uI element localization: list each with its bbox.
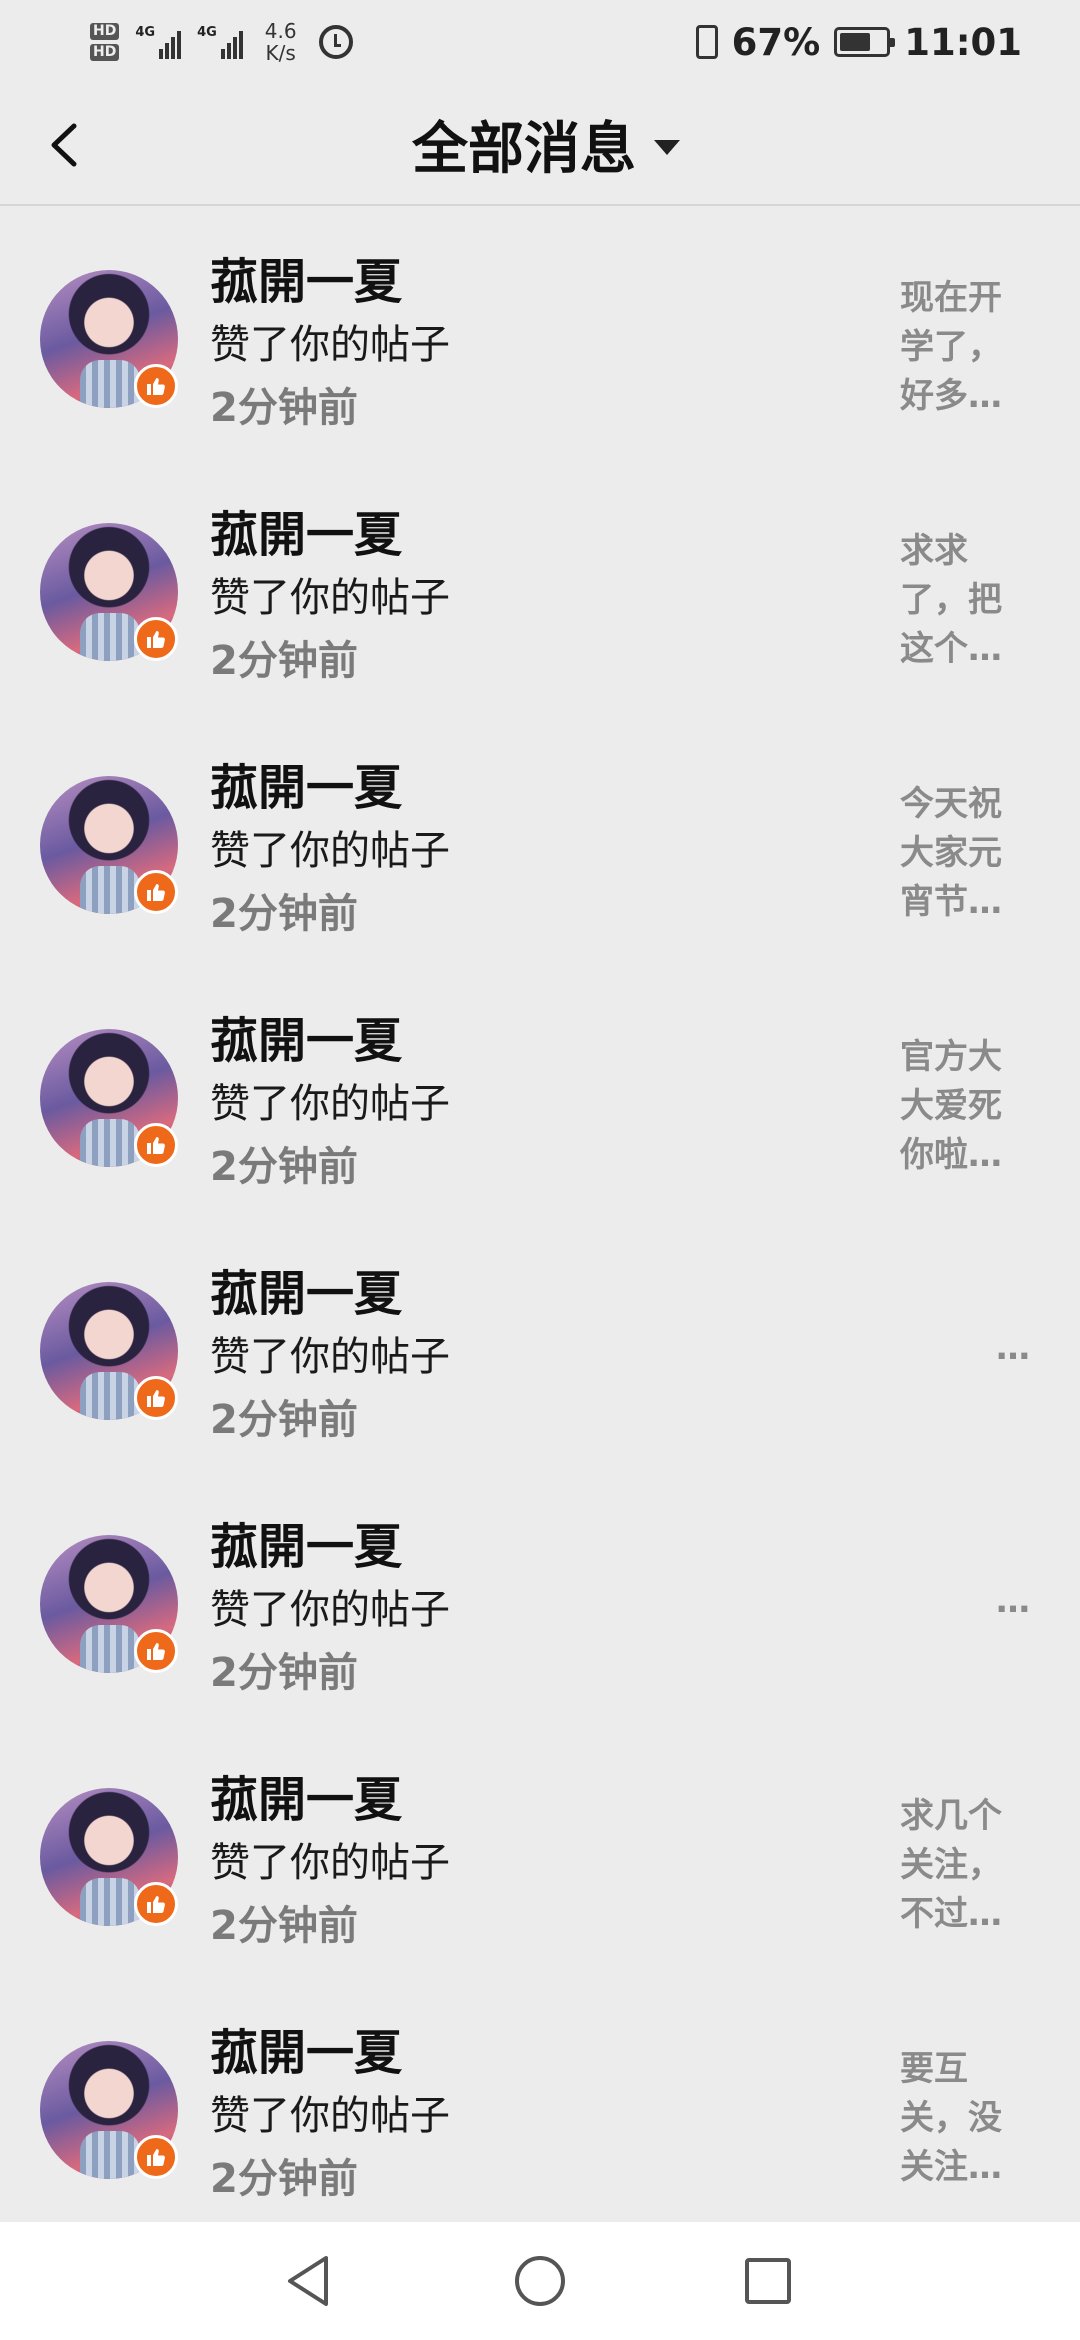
- post-snippet[interactable]: …: [900, 1577, 1030, 1626]
- notification-action: 赞了你的帖子: [210, 1840, 450, 1886]
- notification-item[interactable]: 菰開一夏 赞了你的帖子 2分钟前 …: [0, 1220, 1080, 1473]
- notification-action: 赞了你的帖子: [210, 575, 450, 621]
- net2-label: 4G: [197, 25, 217, 40]
- notification-action: 赞了你的帖子: [210, 1081, 450, 1127]
- thumbs-up-icon: [134, 870, 178, 914]
- notification-action: 赞了你的帖子: [210, 1334, 450, 1380]
- notification-time: 2分钟前: [210, 2156, 358, 2202]
- sender-name[interactable]: 菰開一夏: [210, 1507, 402, 1577]
- notification-action: 赞了你的帖子: [210, 1587, 450, 1633]
- clock: 11:01: [904, 20, 1022, 64]
- notification-item[interactable]: 菰開一夏 赞了你的帖子 2分钟前 求几个关注，不过…: [0, 1726, 1080, 1979]
- notification-item[interactable]: 菰開一夏 赞了你的帖子 2分钟前 要互关，没关注…: [0, 1979, 1080, 2232]
- notification-item[interactable]: 菰開一夏 赞了你的帖子 2分钟前 官方大大爱死你啦…: [0, 967, 1080, 1220]
- sender-name[interactable]: 菰開一夏: [210, 1001, 402, 1071]
- notification-time: 2分钟前: [210, 891, 358, 937]
- notification-item[interactable]: 菰開一夏 赞了你的帖子 2分钟前 …: [0, 1473, 1080, 1726]
- sender-name[interactable]: 菰開一夏: [210, 242, 402, 312]
- notification-item[interactable]: 菰開一夏 赞了你的帖子 2分钟前 现在开学了，好多…: [0, 208, 1080, 461]
- sender-name[interactable]: 菰開一夏: [210, 748, 402, 818]
- caret-down-icon: [654, 139, 680, 155]
- post-snippet[interactable]: 要互关，没关注…: [900, 2045, 1016, 2192]
- hd2-label: HD: [90, 44, 120, 61]
- post-snippet[interactable]: 今天祝大家元宵节…: [900, 780, 1016, 927]
- hd-indicator: HD HD: [90, 23, 120, 61]
- notification-time: 2分钟前: [210, 1397, 358, 1443]
- notification-item[interactable]: 菰開一夏 赞了你的帖子 2分钟前 今天祝大家元宵节…: [0, 714, 1080, 967]
- notification-time: 2分钟前: [210, 385, 358, 431]
- thumbs-up-icon: [134, 2135, 178, 2179]
- network-speed: 4.6 K/s: [265, 20, 297, 64]
- notification-time: 2分钟前: [210, 1144, 358, 1190]
- battery-percent: 67%: [731, 20, 821, 64]
- triangle-back-icon: [288, 2256, 328, 2306]
- sender-name[interactable]: 菰開一夏: [210, 1760, 402, 1830]
- sender-name[interactable]: 菰開一夏: [210, 2013, 402, 2083]
- thumbs-up-icon: [134, 1376, 178, 1420]
- vibrate-icon: [695, 25, 718, 59]
- status-right: 67% 11:01: [695, 20, 1022, 64]
- chevron-left-icon[interactable]: [44, 122, 84, 168]
- nav-home-button[interactable]: [480, 2222, 600, 2340]
- post-snippet[interactable]: 求求了，把这个…: [900, 527, 1016, 674]
- hd1-label: HD: [90, 23, 120, 40]
- notification-time: 2分钟前: [210, 1903, 358, 1949]
- speed-unit: K/s: [265, 41, 296, 65]
- notification-list: 菰開一夏 赞了你的帖子 2分钟前 现在开学了，好多… 菰開一夏 赞了你的帖子 2…: [0, 208, 1080, 2232]
- thumbs-up-icon: [134, 364, 178, 408]
- circle-home-icon: [515, 2256, 565, 2306]
- nav-back-button[interactable]: [248, 2222, 368, 2340]
- notification-action: 赞了你的帖子: [210, 322, 450, 368]
- thumbs-up-icon: [134, 1629, 178, 1673]
- notification-action: 赞了你的帖子: [210, 828, 450, 874]
- thumbs-up-icon: [134, 1123, 178, 1167]
- post-snippet[interactable]: 官方大大爱死你啦…: [900, 1033, 1016, 1180]
- page-title: 全部消息: [412, 116, 636, 182]
- nav-recents-button[interactable]: [708, 2222, 828, 2340]
- notification-time: 2分钟前: [210, 638, 358, 684]
- signal-2-icon: 4G: [197, 25, 243, 59]
- battery-fill: [840, 33, 870, 51]
- notification-time: 2分钟前: [210, 1650, 358, 1696]
- message-filter-dropdown[interactable]: 全部消息: [412, 104, 680, 185]
- top-bar: 全部消息: [0, 84, 1080, 206]
- post-snippet[interactable]: …: [900, 1324, 1030, 1373]
- status-left: HD HD 4G 4G 4.6 K/s: [90, 20, 353, 64]
- signal-1-icon: 4G: [135, 25, 182, 59]
- alarm-icon: [318, 25, 353, 59]
- net1-label: 4G: [135, 25, 156, 40]
- thumbs-up-icon: [134, 617, 178, 661]
- square-recents-icon: [745, 2258, 791, 2304]
- notification-item[interactable]: 菰開一夏 赞了你的帖子 2分钟前 求求了，把这个…: [0, 461, 1080, 714]
- notification-action: 赞了你的帖子: [210, 2093, 450, 2139]
- sender-name[interactable]: 菰開一夏: [210, 1254, 402, 1324]
- sender-name[interactable]: 菰開一夏: [210, 495, 402, 565]
- thumbs-up-icon: [134, 1882, 178, 1926]
- status-bar: HD HD 4G 4G 4.6 K/s 67% 11:01: [0, 0, 1080, 84]
- battery-icon: [834, 27, 896, 57]
- speed-value: 4.6: [264, 19, 297, 43]
- post-snippet[interactable]: 现在开学了，好多…: [900, 274, 1016, 421]
- system-nav-bar: [0, 2222, 1080, 2340]
- post-snippet[interactable]: 求几个关注，不过…: [900, 1792, 1016, 1939]
